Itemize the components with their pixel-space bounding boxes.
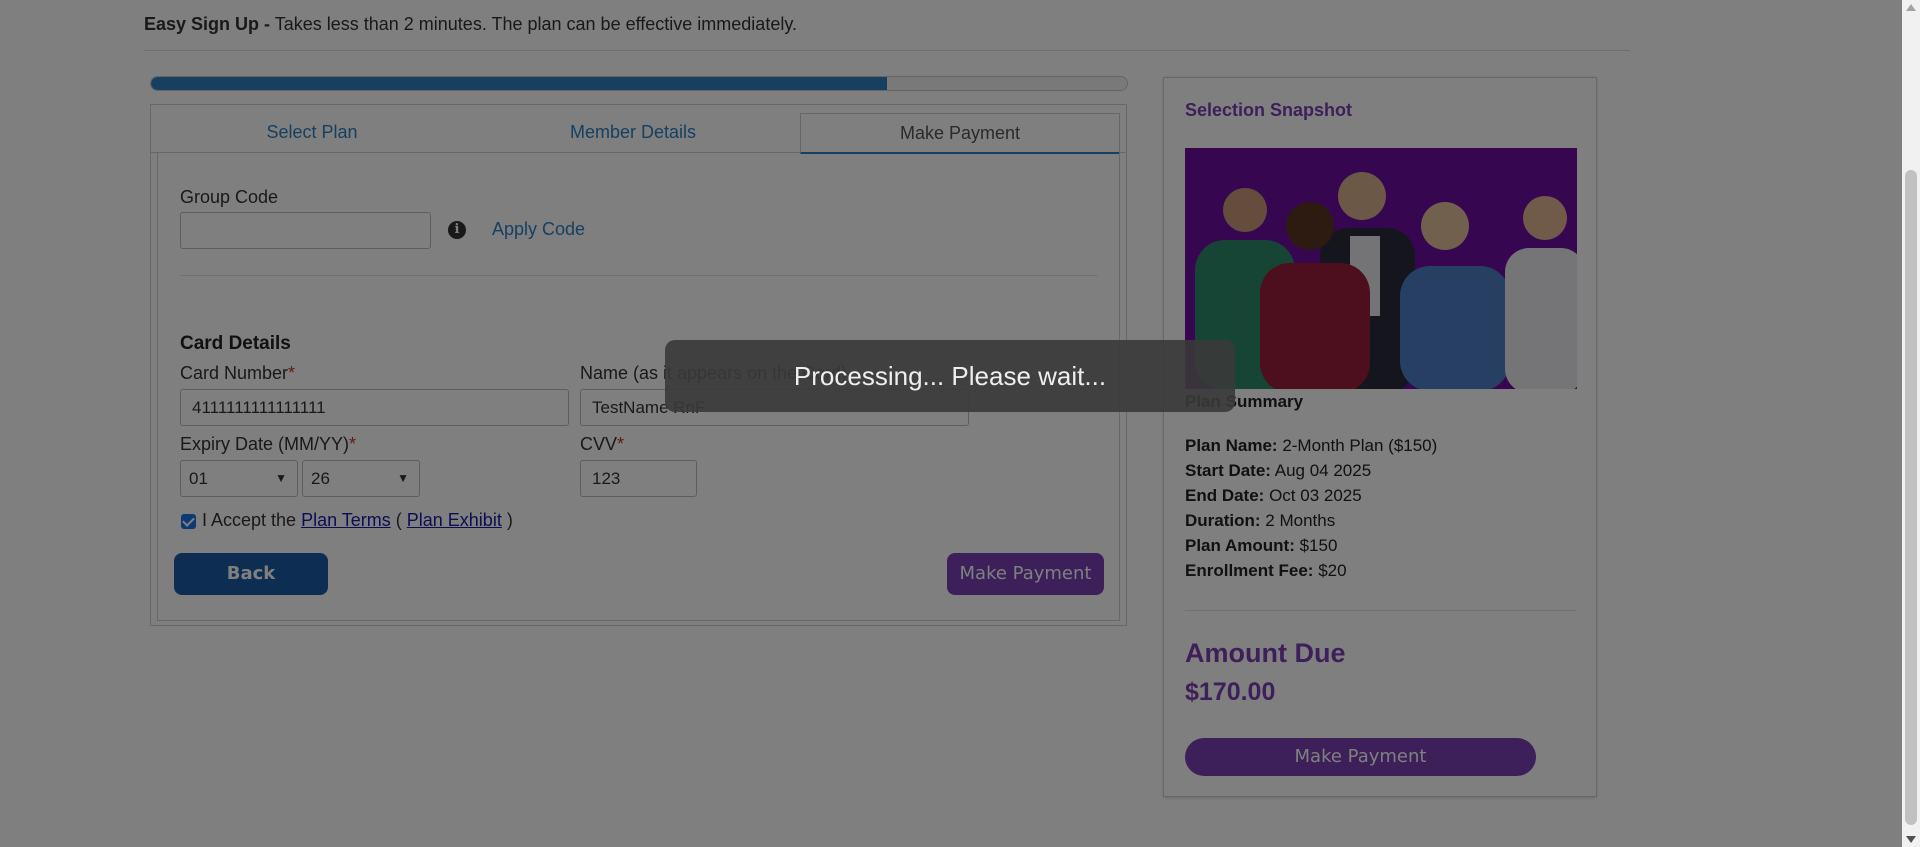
- vertical-scrollbar[interactable]: [1902, 0, 1920, 847]
- processing-message: Processing... Please wait...: [665, 340, 1235, 412]
- scroll-up-arrow-icon[interactable]: [1906, 4, 1916, 11]
- scroll-down-arrow-icon[interactable]: [1906, 836, 1916, 843]
- scrollbar-thumb[interactable]: [1905, 170, 1917, 825]
- processing-overlay: [0, 0, 1902, 847]
